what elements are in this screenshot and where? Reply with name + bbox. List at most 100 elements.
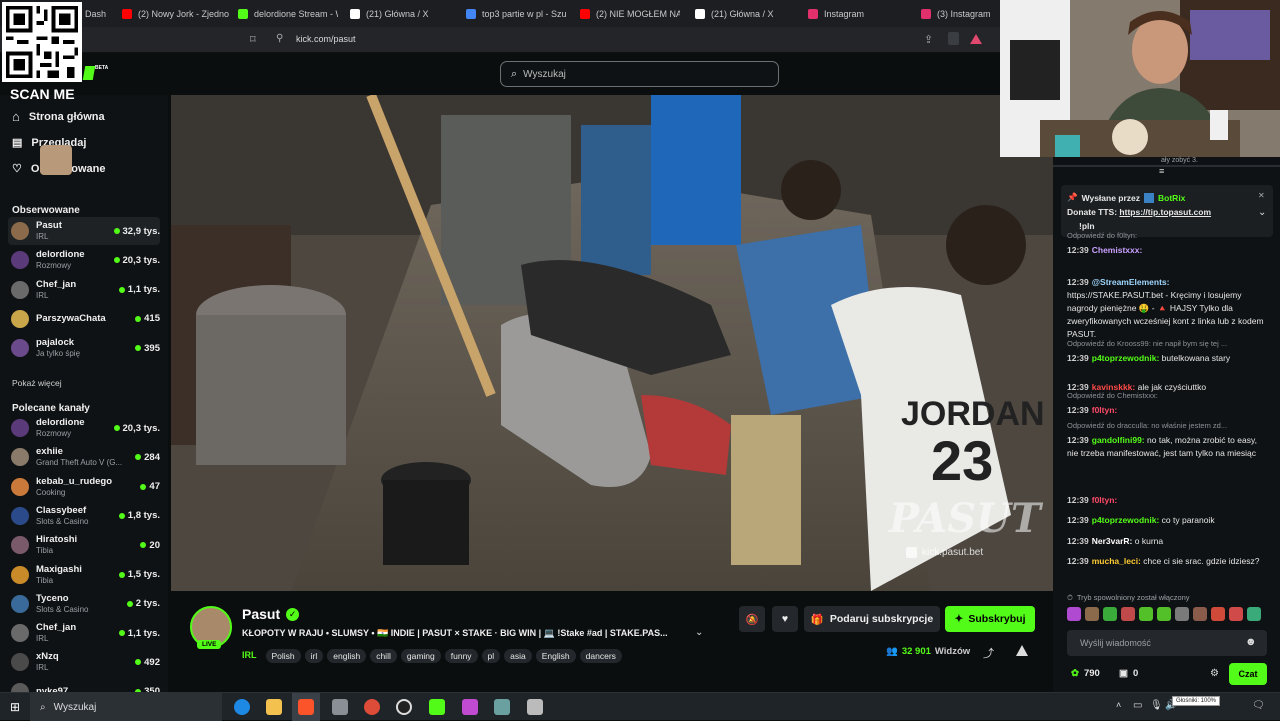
- channel-item[interactable]: Hiratoshi Tibia 20: [8, 531, 160, 559]
- emote-icon[interactable]: [1139, 607, 1153, 621]
- browser-tab[interactable]: (21) Główna / X: [695, 4, 795, 23]
- browser-tab[interactable]: delordione Stream - W: [238, 4, 338, 23]
- microphone-icon[interactable]: 🎙: [1150, 700, 1163, 711]
- emote-icon[interactable]: [1247, 607, 1261, 621]
- message-username[interactable]: p4toprzewodnik:: [1092, 353, 1160, 363]
- stream-tag[interactable]: irl: [304, 649, 324, 663]
- chevron-down-icon[interactable]: ⌄: [1258, 207, 1266, 218]
- app-icon-3[interactable]: [494, 699, 510, 715]
- kick-app-icon[interactable]: [429, 699, 445, 715]
- notifications-icon[interactable]: 🗨: [1252, 700, 1265, 711]
- category-link[interactable]: IRL: [242, 650, 257, 660]
- pinned-user[interactable]: BotRix: [1158, 193, 1185, 203]
- browser-tab[interactable]: Instagram: [808, 4, 908, 23]
- browser-tab[interactable]: top3 partie w pl - Szuk: [466, 4, 566, 23]
- follow-button[interactable]: ♥: [772, 606, 798, 632]
- channel-item[interactable]: kebab_u_rudego Cooking 47: [8, 473, 160, 501]
- message-username[interactable]: @StreamElements:: [1092, 277, 1170, 287]
- chevron-up-icon[interactable]: ˄: [1116, 700, 1121, 710]
- emote-icon[interactable]: [1175, 607, 1189, 621]
- app-icon-2[interactable]: [462, 699, 478, 715]
- channel-item[interactable]: Pasut IRL 32,9 tys.: [8, 217, 160, 245]
- channel-item[interactable]: Tyceno Slots & Casino 2 tys.: [8, 590, 160, 618]
- menu-icon[interactable]: ≡: [1159, 166, 1164, 176]
- chevron-down-icon[interactable]: ⌄: [695, 627, 703, 638]
- emote-icon[interactable]: [1085, 607, 1099, 621]
- gear-icon[interactable]: ⚙: [1210, 668, 1219, 679]
- brave-icon[interactable]: [298, 699, 314, 715]
- unpin-icon[interactable]: ✕: [1258, 191, 1265, 200]
- stream-tag[interactable]: Polish: [265, 649, 301, 663]
- emote-icon[interactable]: [1157, 607, 1171, 621]
- show-more-link[interactable]: Pokaż więcej: [12, 378, 62, 388]
- video-watermark: PASUT: [889, 495, 1041, 542]
- url-field[interactable]: kick.com/pasut: [296, 34, 356, 44]
- send-chat-button[interactable]: Czat: [1229, 663, 1267, 685]
- app-icon[interactable]: [332, 699, 348, 715]
- taskbar-search[interactable]: ⌕ Wyszukaj: [30, 693, 222, 721]
- emote-icon[interactable]: [1229, 607, 1243, 621]
- site-settings-icon[interactable]: ⚲: [276, 33, 283, 44]
- message-username[interactable]: f0ltyn:: [1092, 405, 1118, 415]
- stream-tag[interactable]: english: [327, 649, 367, 663]
- nav-home[interactable]: ⌂ Strona główna: [12, 109, 105, 124]
- channel-item[interactable]: ParszywaChata 415: [8, 305, 160, 333]
- channel-item[interactable]: delordione Rozmowy 20,3 tys.: [8, 246, 160, 274]
- video-player[interactable]: JORDAN 23 PASUT kick.pasut.bet: [171, 95, 1053, 591]
- channel-item[interactable]: xNzq IRL 492: [8, 648, 160, 676]
- obs-icon[interactable]: [396, 699, 412, 715]
- subscribe-button[interactable]: ✦ Subskrybuj: [945, 606, 1035, 632]
- stream-tag[interactable]: dancers: [579, 649, 622, 663]
- brave-shield-icon[interactable]: [948, 32, 959, 45]
- share-icon[interactable]: ⇪: [924, 33, 933, 46]
- emote-icon[interactable]: [1211, 607, 1225, 621]
- edge-icon[interactable]: [234, 699, 250, 715]
- stream-tag[interactable]: funny: [444, 649, 478, 663]
- message-username[interactable]: Chemistxxx:: [1092, 245, 1143, 255]
- browser-tab[interactable]: (3) Instagram: [921, 4, 991, 23]
- search-input[interactable]: ⌕ Wyszukaj: [500, 61, 779, 87]
- message-username[interactable]: Ner3varR:: [1092, 536, 1133, 546]
- pinned-link[interactable]: https://tip.topasut.com: [1119, 207, 1211, 217]
- gift-subs-button[interactable]: 🎁 Podaruj subskrypcje: [804, 606, 940, 632]
- emote-icon[interactable]: [1193, 607, 1207, 621]
- chrome-icon[interactable]: [364, 699, 380, 715]
- windows-start-icon[interactable]: ⊞: [10, 700, 20, 714]
- message-username[interactable]: gandolfini99:: [1092, 435, 1145, 445]
- share-icon[interactable]: ⤴: [983, 645, 994, 661]
- stream-tag[interactable]: English: [535, 649, 576, 663]
- message-username[interactable]: f0ltyn:: [1092, 495, 1118, 505]
- gifts-counter[interactable]: ▣ 0: [1119, 668, 1138, 679]
- channel-item[interactable]: Maxigashi Tibia 1,5 tys.: [8, 561, 160, 589]
- browser-tab[interactable]: Dash: [85, 4, 107, 23]
- channel-item[interactable]: Chef_jan IRL 1,1 tys.: [8, 276, 160, 304]
- chat-input[interactable]: Wyślij wiadomość ☻: [1067, 630, 1267, 656]
- channel-item[interactable]: delordione Rozmowy 20,3 tys.: [8, 414, 160, 442]
- stream-tag[interactable]: asia: [504, 649, 532, 663]
- browser-tab[interactable]: (2) Nowy Jork - Zjedno: [122, 4, 230, 23]
- channel-item[interactable]: Chef_jan IRL 1,1 tys.: [8, 619, 160, 647]
- browser-tab[interactable]: (2) NIE MOGŁEM NA T: [580, 4, 680, 23]
- emoji-icon[interactable]: ☻: [1245, 636, 1257, 648]
- mute-notifications-button[interactable]: 🔕: [739, 606, 765, 632]
- brave-rewards-icon[interactable]: [970, 34, 982, 44]
- emote-icon[interactable]: [1121, 607, 1135, 621]
- app-icon-4[interactable]: [527, 699, 543, 715]
- report-icon[interactable]: [1016, 645, 1028, 656]
- stream-tag[interactable]: chill: [370, 649, 397, 663]
- emote-icon[interactable]: [1103, 607, 1117, 621]
- bookmark-icon[interactable]: ⌑: [250, 33, 256, 46]
- stream-tag[interactable]: pl: [481, 649, 501, 663]
- stream-tag[interactable]: gaming: [400, 649, 441, 663]
- streamer-name[interactable]: Pasut: [242, 606, 280, 622]
- channel-item[interactable]: pajalock Ja tylko śpię 395: [8, 334, 160, 362]
- file-explorer-icon[interactable]: [266, 699, 282, 715]
- browser-tab[interactable]: (21) Główna / X: [350, 4, 450, 23]
- emote-icon[interactable]: [1067, 607, 1081, 621]
- channel-item[interactable]: Classybeef Slots & Casino 1,8 tys.: [8, 502, 160, 530]
- message-username[interactable]: p4toprzewodnik:: [1092, 515, 1160, 525]
- channel-points[interactable]: ✿ 790: [1071, 668, 1100, 679]
- network-icon[interactable]: ▭: [1133, 700, 1142, 711]
- channel-item[interactable]: exhiie Grand Theft Auto V (G... 284: [8, 443, 160, 471]
- message-username[interactable]: mucha_leci:: [1092, 556, 1141, 566]
